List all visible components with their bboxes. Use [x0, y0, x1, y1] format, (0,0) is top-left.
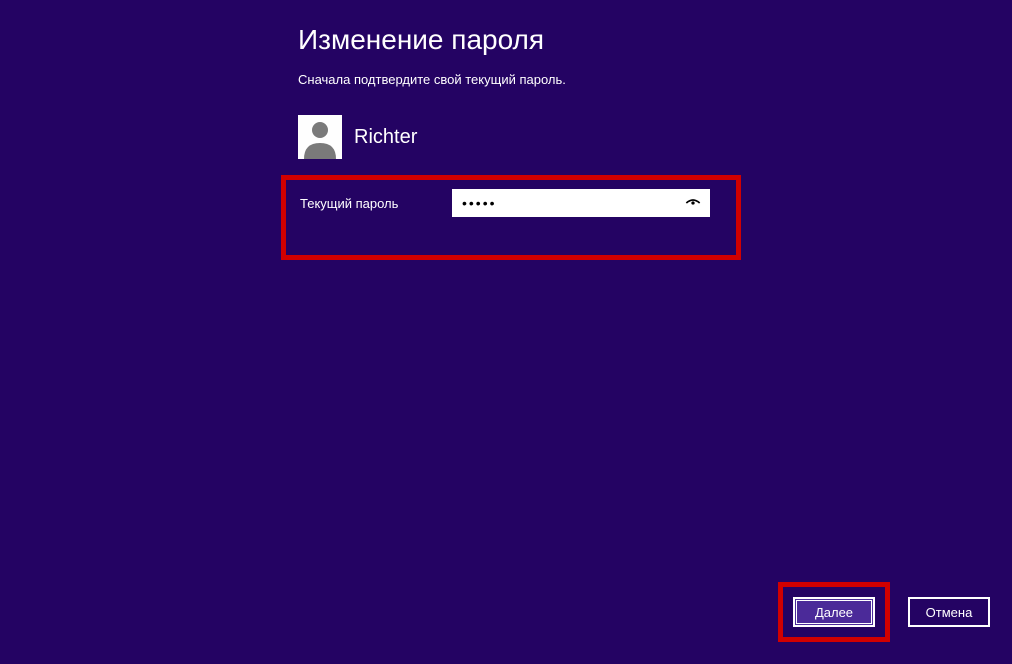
button-bar: Далее Отмена: [778, 582, 990, 642]
next-button[interactable]: Далее: [793, 597, 875, 627]
eye-icon: [685, 195, 701, 211]
password-row: Текущий пароль: [300, 189, 1012, 217]
user-section: Richter: [298, 115, 1012, 159]
avatar-icon: [298, 115, 342, 159]
page-title: Изменение пароля: [298, 24, 1012, 56]
highlight-annotation-next: Далее: [778, 582, 890, 642]
user-avatar: [298, 115, 342, 159]
password-input-container: [452, 189, 710, 217]
cancel-button[interactable]: Отмена: [908, 597, 990, 627]
reveal-password-button[interactable]: [684, 194, 702, 212]
instruction-text: Сначала подтвердите свой текущий пароль.: [298, 72, 1012, 87]
current-password-label: Текущий пароль: [300, 196, 428, 211]
current-password-input[interactable]: [452, 189, 710, 217]
username-label: Richter: [354, 126, 417, 149]
